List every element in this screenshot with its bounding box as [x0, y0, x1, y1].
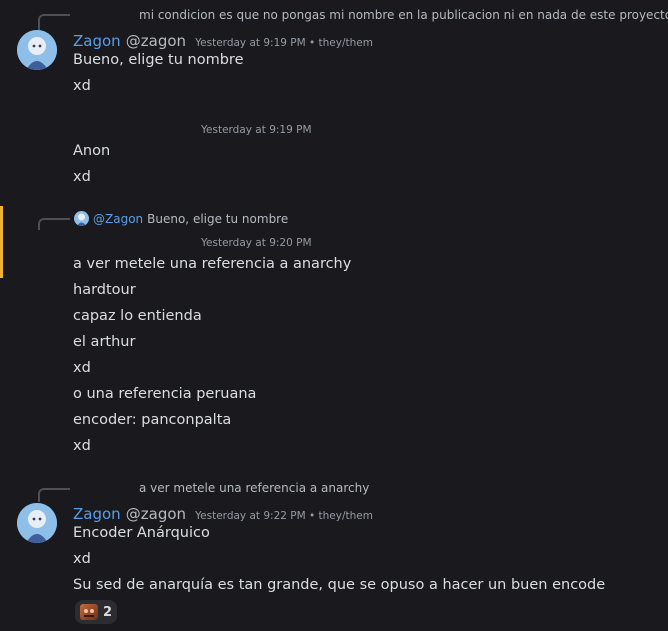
timestamp[interactable]: Yesterday at 9:20 PM [201, 237, 312, 249]
mention-highlight-bar [0, 206, 3, 278]
message-line: xd [73, 438, 91, 454]
reaction-button[interactable]: 2 [75, 600, 118, 624]
timestamp[interactable]: Yesterday at 9:19 PM [201, 124, 312, 136]
avatar[interactable] [17, 30, 57, 70]
reply-connector [38, 218, 70, 230]
reply-connector [38, 488, 70, 502]
message-header: Zagon @zagon Yesterday at 9:19 PM • they… [73, 31, 373, 50]
message-line: xd [73, 551, 91, 567]
avatar-image-icon [17, 30, 57, 70]
message-line: Anon [73, 143, 111, 159]
custom-emoji-icon [80, 604, 98, 620]
message-line: xd [73, 78, 91, 94]
reply-preview[interactable]: @Zagon Bueno, elige tu nombre [74, 211, 288, 226]
username[interactable]: Zagon [73, 32, 121, 50]
user-handle: @zagon [125, 32, 187, 50]
reply-preview[interactable]: a ver metele una referencia a anarchy [139, 481, 369, 495]
message-line: encoder: panconpalta [73, 412, 232, 428]
timestamp[interactable]: Yesterday at 9:19 PM • they/them [195, 37, 373, 49]
message-line: el arthur [73, 334, 136, 350]
reply-text: Bueno, elige tu nombre [147, 211, 289, 226]
message-line: Bueno, elige tu nombre [73, 52, 244, 68]
reaction-count: 2 [103, 604, 113, 620]
user-handle: @zagon [125, 505, 187, 523]
reply-connector [38, 14, 70, 30]
message-header: Zagon @zagon Yesterday at 9:22 PM • they… [73, 504, 373, 523]
timestamp[interactable]: Yesterday at 9:22 PM • they/them [195, 510, 373, 522]
message-line: o una referencia peruana [73, 386, 257, 402]
reply-preview[interactable]: mi condicion es que no pongas mi nombre … [139, 8, 668, 22]
reply-avatar-icon [74, 211, 89, 226]
reply-mention[interactable]: @Zagon [93, 212, 143, 226]
message-line: Su sed de anarquía es tan grande, que se… [73, 577, 606, 593]
message-line: hardtour [73, 282, 136, 298]
avatar[interactable] [17, 503, 57, 543]
message-line: xd [73, 360, 91, 376]
username[interactable]: Zagon [73, 505, 121, 523]
message-line: xd [73, 169, 91, 185]
message-line: a ver metele una referencia a anarchy [73, 256, 352, 272]
message-line: Encoder Anárquico [73, 525, 210, 541]
avatar-image-icon [17, 503, 57, 543]
message-line: capaz lo entienda [73, 308, 202, 324]
